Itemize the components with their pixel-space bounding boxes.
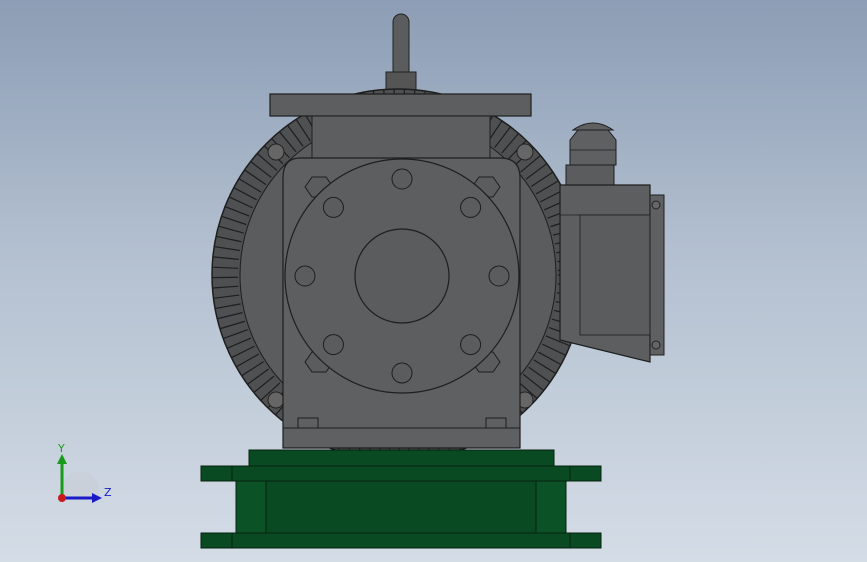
base-frame	[200, 449, 602, 549]
flange-bolt-hole	[322, 196, 344, 218]
x-axis-dot-icon	[58, 494, 66, 502]
flange-bolt-hole	[460, 334, 482, 356]
flange-bolt-hole	[322, 334, 344, 356]
flange-bolt-hole	[294, 265, 316, 287]
motor-model[interactable]	[0, 0, 867, 562]
y-axis-label: Y	[57, 442, 65, 455]
flange-bolt-hole	[391, 362, 413, 384]
3d-viewport[interactable]: Y Z	[0, 0, 867, 562]
orientation-triad[interactable]: Y Z	[40, 436, 120, 516]
y-axis-arrow-icon	[57, 454, 67, 464]
z-axis-label: Z	[104, 486, 112, 499]
flange-bolt-hole	[460, 196, 482, 218]
lifting-eye	[385, 13, 417, 95]
terminal-box	[559, 122, 665, 363]
round-flange	[284, 158, 520, 394]
flange-bolt-hole	[391, 168, 413, 190]
flange-bolt-hole	[488, 265, 510, 287]
